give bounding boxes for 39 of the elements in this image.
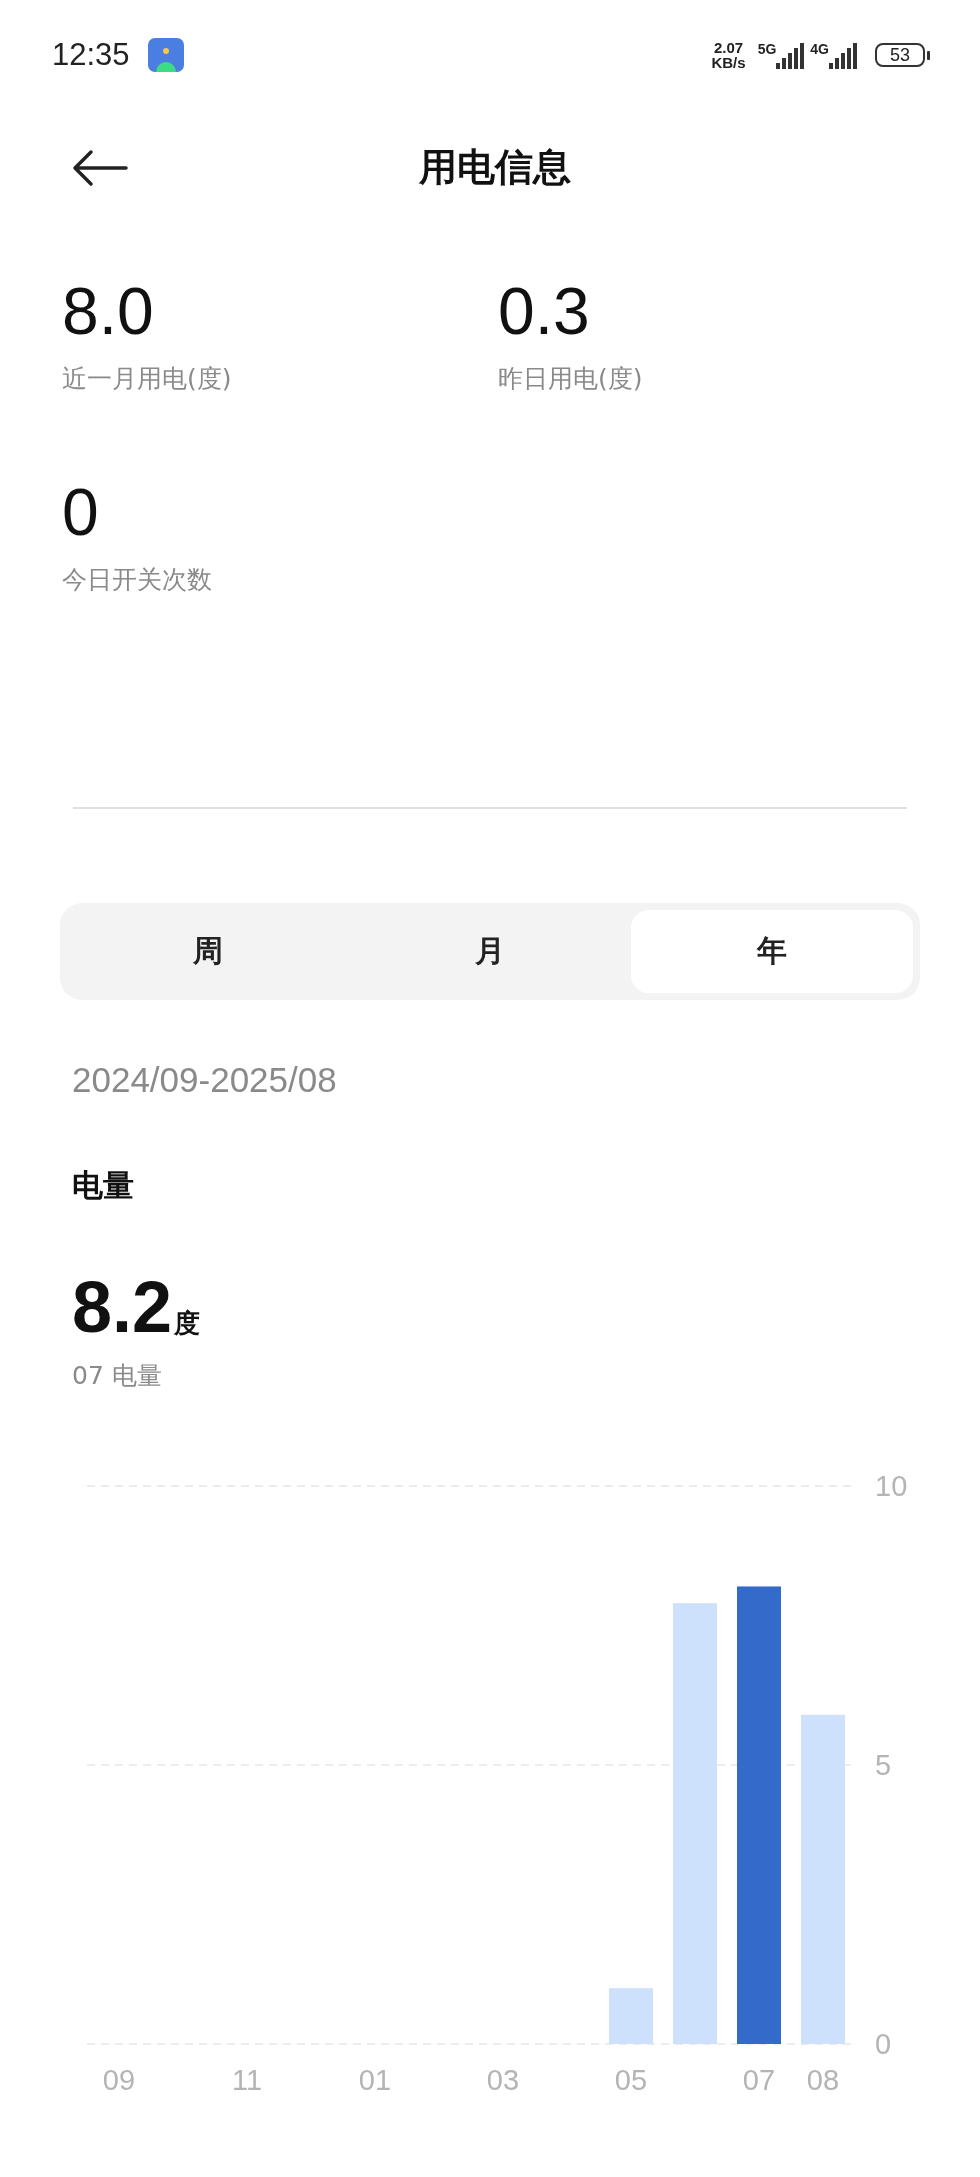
app-icon xyxy=(147,38,184,72)
network-type-label: 5G xyxy=(757,41,777,57)
unit-label: 度 xyxy=(174,1307,201,1340)
stat-label: 今日开关次数 xyxy=(62,565,213,595)
axis-label: 07 xyxy=(742,2064,776,2096)
date-range: 2024/09-2025/08 xyxy=(72,1060,337,1100)
axis-label: 05 xyxy=(614,2064,648,2096)
bar[interactable] xyxy=(609,1988,653,2044)
axis-label: 08 xyxy=(806,2064,840,2096)
axis-label: 11 xyxy=(231,2064,263,2096)
bar[interactable] xyxy=(673,1603,717,2044)
clock-time: 12:35 xyxy=(52,37,130,73)
bar[interactable] xyxy=(801,1714,845,2044)
back-button[interactable] xyxy=(70,148,130,188)
stat-label: 近一月用电(度) xyxy=(62,364,233,394)
stat-label: 昨日用电(度) xyxy=(498,364,644,394)
signal-icon xyxy=(776,41,807,69)
battery-icon: 53 xyxy=(875,43,925,67)
summary-value: 8.2 xyxy=(72,1271,173,1343)
axis-label: 0 xyxy=(875,2028,892,2060)
axis-label: 03 xyxy=(486,2064,520,2096)
page-title: 用电信息 xyxy=(419,144,571,191)
axis-label: 5 xyxy=(875,1749,892,1781)
bar[interactable] xyxy=(737,1586,781,2044)
stat-value: 0 xyxy=(62,481,100,543)
axis-label: 01 xyxy=(358,2064,392,2096)
summary-label: 07 电量 xyxy=(72,1361,162,1391)
period-tab[interactable]: 年 xyxy=(631,910,913,993)
stat-value: 8.0 xyxy=(62,280,155,342)
network-type-label: 4G xyxy=(810,41,829,57)
period-tab[interactable]: 月 xyxy=(349,910,631,993)
axis-label: 09 xyxy=(102,2064,136,2096)
section-title: 电量 xyxy=(72,1166,134,1205)
network-speed-value: 2.07 xyxy=(713,40,744,55)
axis-label: 10 xyxy=(875,1470,908,1502)
signal-icon xyxy=(829,41,859,69)
period-tab[interactable]: 周 xyxy=(67,910,349,993)
stat-value: 0.3 xyxy=(498,280,591,342)
network-speed-unit: KB/s xyxy=(711,55,746,70)
